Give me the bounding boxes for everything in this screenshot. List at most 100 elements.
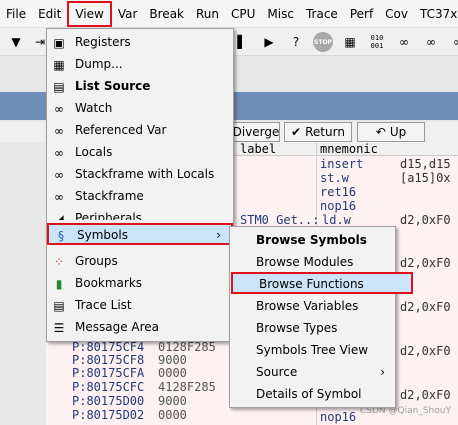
view-menu-trace-list[interactable]: ▤ Trace List [47, 295, 233, 317]
symbols-browse-variables[interactable]: Browse Variables [230, 296, 395, 318]
code-row-mnemonic: insert [320, 157, 364, 171]
address-row: P:80175CFC [72, 380, 145, 394]
code-row-mnemonic: ld.w [322, 213, 351, 227]
up-label: Up [389, 125, 407, 139]
bookmark-icon: ▮ [55, 277, 63, 291]
code-row-operand: d2,0xF0 [400, 300, 451, 314]
peripherals-icon: ◢ [54, 212, 64, 220]
watch-icon: ∞ [54, 102, 64, 116]
view-menu-bookmarks[interactable]: ▮ Bookmarks [47, 273, 233, 295]
diverge-label: Diverge [232, 125, 280, 139]
symbols-icon: § [58, 229, 64, 243]
item-label: Bookmarks [75, 276, 143, 290]
registers-icon: ▣ [53, 36, 65, 50]
diverge-button[interactable]: Diverge [232, 122, 280, 142]
item-label: Dump... [75, 57, 123, 71]
up-arrow-icon: ↶ [375, 125, 386, 139]
menu-run[interactable]: Run [190, 0, 225, 28]
view-menu-message-area[interactable]: ☰ Message Area [47, 317, 233, 339]
item-label: Browse Functions [259, 277, 364, 291]
address-row: P:80175D00 [72, 394, 145, 408]
address-row: P:80175CFA [72, 366, 145, 380]
code-row-operand: d2,0xF0 [400, 388, 451, 402]
item-label: Source [256, 365, 298, 379]
run-icon[interactable]: ▶ [259, 32, 279, 52]
code-row-operand: d2,0xF0 [400, 344, 451, 358]
code-row-operand: d15,d15 [400, 157, 451, 171]
view-menu-groups[interactable]: ⁘ Groups [47, 251, 233, 273]
code-row-operand: d2,0xF0 [400, 256, 451, 270]
view-menu-watch[interactable]: ∞ Watch [47, 98, 233, 120]
symbols-browse-modules[interactable]: Browse Modules [230, 252, 395, 274]
item-label: Groups [75, 254, 118, 268]
item-label: Locals [75, 145, 113, 159]
question-icon[interactable]: ? [286, 32, 306, 52]
view-menu-referenced-var[interactable]: ∞ Referenced Var [47, 120, 233, 142]
symbols-tree-view[interactable]: Symbols Tree View [230, 340, 395, 362]
symbols-source[interactable]: Source › [230, 362, 395, 384]
chevron-right-icon: › [380, 365, 385, 379]
code-row-mnemonic: st.w [320, 171, 349, 185]
symbols-browse-functions[interactable]: Browse Functions [231, 272, 413, 294]
arrow-down-icon[interactable]: ▼ [6, 32, 26, 52]
view-menu-stackframe-locals[interactable]: ∞ Stackframe with Locals [47, 164, 233, 186]
grid-icon[interactable]: ▦ [340, 32, 360, 52]
stackframe-icon: ∞ [54, 190, 64, 204]
glasses-icon[interactable]: ∞ [448, 32, 458, 52]
stackframe-locals-icon: ∞ [54, 168, 64, 182]
view-menu-list-source[interactable]: ▤ List Source [47, 76, 233, 98]
menu-var[interactable]: Var [112, 0, 144, 28]
item-label: Browse Modules [256, 255, 354, 269]
hex-row: 9000 [158, 394, 187, 408]
symbols-browse-types[interactable]: Browse Types [230, 318, 395, 340]
item-label: Browse Variables [256, 299, 359, 313]
menu-misc[interactable]: Misc [261, 0, 300, 28]
locals-icon: ∞ [54, 146, 64, 160]
view-menu-symbols[interactable]: § Symbols › [47, 223, 233, 245]
message-area-icon: ☰ [53, 321, 65, 335]
item-label: Referenced Var [75, 123, 167, 137]
menu-perf[interactable]: Perf [344, 0, 379, 28]
symbols-browse-symbols[interactable]: Browse Symbols [230, 230, 395, 252]
menu-edit[interactable]: Edit [32, 0, 67, 28]
stop-icon[interactable]: STOP [313, 32, 333, 52]
binary-top: 010 [370, 34, 384, 42]
item-label: Registers [75, 35, 131, 49]
menu-view[interactable]: View [67, 0, 112, 27]
menu-bar: File Edit View Var Break Run CPU Misc Tr… [0, 0, 458, 28]
item-label: Browse Types [256, 321, 338, 335]
code-row-mnemonic: nop16 [320, 410, 357, 424]
item-label: Trace List [75, 298, 132, 312]
trace-list-icon: ▤ [53, 299, 65, 313]
up-button[interactable]: ↶ Up [357, 122, 425, 142]
menu-trace[interactable]: Trace [300, 0, 344, 28]
menu-tc37x[interactable]: TC37x [414, 0, 458, 28]
view-menu-dump[interactable]: ▦ Dump... [47, 54, 233, 76]
binary-icon[interactable]: 010 001 [367, 32, 387, 52]
item-label: Message Area [75, 320, 160, 334]
view-menu-stackframe[interactable]: ∞ Stackframe [47, 186, 233, 208]
symbols-details-of-symbol[interactable]: Details of Symbol [230, 384, 395, 406]
dump-icon: ▦ [53, 58, 65, 72]
menu-break[interactable]: Break [143, 0, 190, 28]
bar-icon[interactable]: ▌ [232, 32, 252, 52]
item-label: List Source [75, 79, 151, 93]
checkmark-icon: ✔ [291, 125, 302, 139]
item-label: Details of Symbol [256, 387, 362, 401]
item-label: Symbols Tree View [256, 343, 369, 357]
menu-file[interactable]: File [0, 0, 32, 28]
glasses-icon[interactable]: ∞ [394, 32, 414, 52]
glasses-icon[interactable]: ∞ [421, 32, 441, 52]
hex-row: 4128F285 [158, 380, 216, 394]
return-button[interactable]: ✔ Return [284, 122, 352, 142]
view-menu-locals[interactable]: ∞ Locals [47, 142, 233, 164]
view-menu-registers[interactable]: ▣ Registers [47, 32, 233, 54]
item-label: Stackframe [75, 189, 144, 203]
menu-cpu[interactable]: CPU [225, 0, 261, 28]
binary-bottom: 001 [370, 42, 384, 50]
menu-cov[interactable]: Cov [379, 0, 414, 28]
column-label: label [240, 142, 277, 156]
address-row: P:80175D02 [72, 408, 145, 422]
item-label: Watch [75, 101, 113, 115]
view-menu-peripherals[interactable]: ◢ Peripherals [47, 208, 233, 220]
